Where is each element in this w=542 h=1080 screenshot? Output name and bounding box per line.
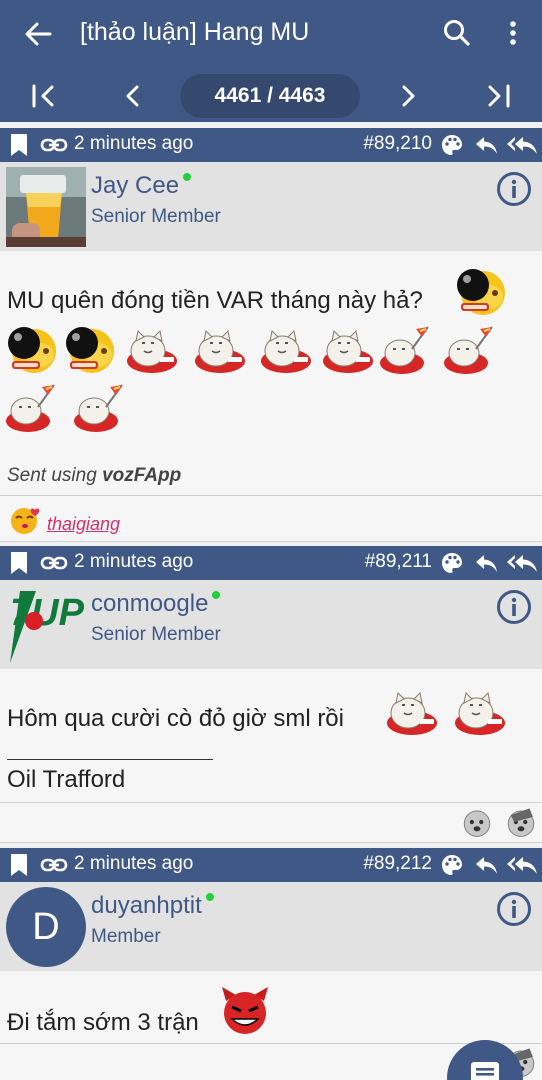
- hat-reaction-icon[interactable]: [502, 805, 540, 839]
- title-row: [thảo luận] Hang MU: [0, 0, 542, 68]
- author-name[interactable]: duyanhptit: [91, 892, 214, 920]
- post-number[interactable]: #89,211: [365, 551, 432, 573]
- post-time: 2 minutes ago: [74, 853, 194, 874]
- post-number[interactable]: #89,212: [363, 853, 432, 875]
- post-header: 2 minutes ago #89,211: [0, 546, 542, 580]
- pagination-bar: 4461 / 4463: [0, 72, 542, 120]
- post-header: 2 minutes ago #89,210: [0, 128, 542, 162]
- palette-icon[interactable]: [440, 133, 464, 157]
- post-number[interactable]: #89,210: [363, 133, 432, 155]
- palette-icon[interactable]: [440, 551, 464, 575]
- link-icon[interactable]: [40, 135, 68, 155]
- post-author: 7UP conmoogle Senior Member: [0, 580, 542, 669]
- link-icon[interactable]: [40, 855, 68, 875]
- bomb-emoji: [62, 321, 118, 377]
- post-header: 2 minutes ago #89,212: [0, 848, 542, 882]
- page-indicator[interactable]: 4461 / 4463: [180, 74, 360, 118]
- thread-title: [thảo luận] Hang MU: [80, 18, 310, 46]
- reply-icon[interactable]: [474, 552, 498, 574]
- post-time: 2 minutes ago: [74, 133, 194, 154]
- divider: [0, 802, 542, 803]
- flag-sticker: [72, 379, 128, 435]
- reply-all-icon[interactable]: [506, 134, 538, 156]
- devil-emoji: [222, 987, 268, 1034]
- info-icon[interactable]: [496, 171, 532, 207]
- flag-sticker: [378, 321, 434, 377]
- divider: [0, 495, 542, 496]
- cat-sticker: [124, 321, 180, 377]
- signature: Sent using vozFApp: [7, 465, 182, 486]
- more-vert-icon[interactable]: [498, 16, 528, 50]
- avatar[interactable]: 7UP: [6, 585, 86, 665]
- prev-page-icon[interactable]: [116, 80, 150, 112]
- cat-sticker: [452, 683, 508, 739]
- online-indicator: [205, 893, 214, 901]
- author-rank: Senior Member: [91, 624, 221, 645]
- post-text: Đi tắm sớm 3 trận: [7, 1009, 199, 1036]
- post-author: D duyanhptit Member: [0, 882, 542, 971]
- author-name[interactable]: Jay Cee: [91, 172, 192, 200]
- cat-sticker: [258, 321, 314, 377]
- reaction-user-link[interactable]: thaigiang: [47, 514, 120, 535]
- signature: Oil Trafford: [7, 766, 126, 793]
- kiss-reaction-icon: [11, 508, 40, 534]
- back-arrow-icon[interactable]: [20, 16, 56, 52]
- reply-all-icon[interactable]: [506, 552, 538, 574]
- post-text: Hôm qua cười cò đỏ giờ sml rồi: [7, 705, 344, 732]
- avatar[interactable]: D: [6, 887, 86, 967]
- post-time: 2 minutes ago: [74, 551, 194, 572]
- last-page-icon[interactable]: [482, 80, 516, 112]
- sad-reaction-icon[interactable]: [458, 805, 496, 839]
- post-text: MU quên đóng tiền VAR tháng này hả?: [7, 287, 423, 314]
- search-icon[interactable]: [440, 16, 474, 50]
- reply-icon[interactable]: [474, 134, 498, 156]
- logo-text: 7UP: [10, 592, 85, 634]
- comment-icon: [471, 1062, 499, 1080]
- signature-divider: [7, 759, 213, 760]
- cat-sticker: [320, 321, 376, 377]
- divider: [0, 1043, 542, 1044]
- link-icon[interactable]: [40, 553, 68, 573]
- bookmark-icon[interactable]: [9, 853, 29, 877]
- divider: [0, 842, 542, 843]
- author-rank: Senior Member: [91, 206, 221, 227]
- bookmark-icon[interactable]: [9, 551, 29, 575]
- info-icon[interactable]: [496, 589, 532, 625]
- avatar[interactable]: [6, 167, 86, 247]
- cat-sticker: [192, 321, 248, 377]
- flag-sticker: [4, 379, 60, 435]
- reply-all-icon[interactable]: [506, 854, 538, 876]
- post-body: Hôm qua cười cò đỏ giờ sml rồi Oil Traff…: [0, 669, 542, 843]
- info-icon[interactable]: [496, 891, 532, 927]
- author-rank: Member: [91, 926, 161, 947]
- palette-icon[interactable]: [440, 853, 464, 877]
- first-page-icon[interactable]: [26, 80, 60, 112]
- cat-sticker: [384, 683, 440, 739]
- author-name[interactable]: conmoogle: [91, 590, 221, 618]
- bomb-emoji: [453, 263, 509, 319]
- divider: [0, 541, 542, 542]
- flag-sticker: [442, 321, 498, 377]
- online-indicator: [212, 591, 221, 599]
- next-page-icon[interactable]: [391, 80, 425, 112]
- bomb-emoji: [4, 321, 60, 377]
- app-bar: [thảo luận] Hang MU 4461 / 4463: [0, 0, 542, 122]
- online-indicator: [183, 173, 192, 181]
- post-author: Jay Cee Senior Member: [0, 162, 542, 251]
- post-body: MU quên đóng tiền VAR tháng này hả? Sent…: [0, 251, 542, 542]
- reply-icon[interactable]: [474, 854, 498, 876]
- bookmark-icon[interactable]: [9, 133, 29, 157]
